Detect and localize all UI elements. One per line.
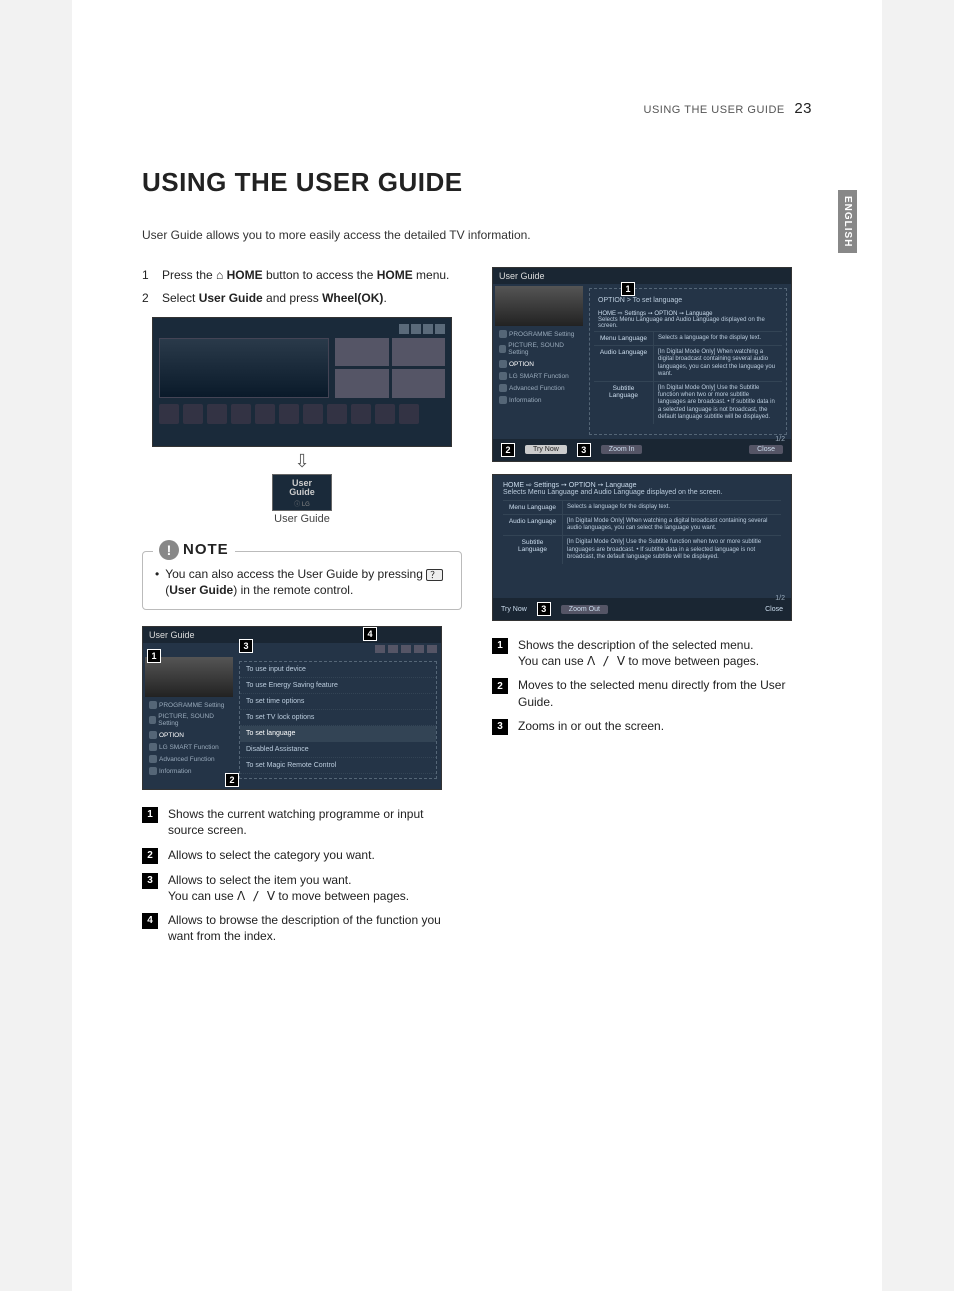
arrow-down-icon: ⇩ xyxy=(142,451,462,472)
callout-text: Zooms in or out the screen. xyxy=(518,718,664,735)
callout-text: Shows the description of the selected me… xyxy=(518,637,759,669)
live-tv-thumbnail xyxy=(159,338,329,398)
user-guide-panel: 1 2 3 4 User Guide PROGRAMME Setting PIC… xyxy=(142,626,442,790)
callout-text: Allows to select the category you want. xyxy=(168,847,375,864)
note-box: ! NOTE You can also access the User Guid… xyxy=(142,551,462,611)
panel-footer: 2 Try Now 3 Zoom In Close xyxy=(493,439,791,461)
panel-footer: Try Now 3 Zoom Out Close xyxy=(493,598,791,620)
panel-sidebar: PROGRAMME Setting PICTURE, SOUND Setting… xyxy=(143,655,235,789)
callout-badge: 2 xyxy=(501,443,515,457)
callout-text: Allows to browse the description of the … xyxy=(168,912,462,944)
close-button[interactable]: Close xyxy=(765,606,783,613)
note-label: NOTE xyxy=(183,541,229,558)
callout-text: Shows the current watching programme or … xyxy=(168,806,462,838)
user-guide-caption: User Guide xyxy=(142,513,462,525)
running-header: USING THE USER GUIDE 23 xyxy=(142,100,812,117)
callout-badge: 2 xyxy=(492,678,508,694)
home-icon: ⌂ xyxy=(216,268,223,282)
step-list: 1 Press the ⌂ HOME button to access the … xyxy=(142,267,462,307)
step-text: Select User Guide and press Wheel(OK). xyxy=(162,290,462,307)
callout-text: Allows to select the item you want. You … xyxy=(168,872,409,904)
callout-badge: 1 xyxy=(147,649,161,663)
panel-sidebar: PROGRAMME Setting PICTURE, SOUND Setting… xyxy=(493,284,585,439)
left-callouts: 1 Shows the current watching programme or… xyxy=(142,806,462,944)
document-page: ENGLISH USING THE USER GUIDE 23 USING TH… xyxy=(72,0,882,1291)
intro-text: User Guide allows you to more easily acc… xyxy=(142,228,812,242)
callout-badge: 3 xyxy=(577,443,591,457)
right-callouts: 1 Shows the description of the selected … xyxy=(492,637,812,735)
step-number: 2 xyxy=(142,290,162,307)
callout-badge: 1 xyxy=(492,638,508,654)
up-down-icon: ꓥ / ꓦ xyxy=(237,889,275,903)
page-count: 1/2 xyxy=(775,436,785,443)
zoom-button[interactable]: Zoom Out xyxy=(561,605,608,614)
page-count: 1/2 xyxy=(775,595,785,602)
user-guide-detail-panel: 1 User Guide PROGRAMME Setting PICTURE, … xyxy=(492,267,792,462)
note-icon: ! xyxy=(159,540,179,560)
tv-home-screenshot xyxy=(152,317,452,447)
right-column: 1 User Guide PROGRAMME Setting PICTURE, … xyxy=(492,267,812,952)
note-item: You can also access the User Guide by pr… xyxy=(155,566,449,600)
page-number: 23 xyxy=(794,100,812,117)
breadcrumb: OPTION > To set language xyxy=(594,295,782,310)
try-now-button[interactable]: Try Now xyxy=(525,445,567,454)
page-title: USING THE USER GUIDE xyxy=(142,167,812,198)
current-programme-thumb xyxy=(145,657,233,697)
callout-badge: 1 xyxy=(142,807,158,823)
zoom-button[interactable]: Zoom In xyxy=(601,445,643,454)
user-guide-zoom-panel: HOME ⇨ Settings ➙ OPTION ➙ Language Sele… xyxy=(492,474,792,621)
callout-text: Moves to the selected menu directly from… xyxy=(518,677,812,709)
panel-description: OPTION > To set language HOME ⇨ Settings… xyxy=(589,288,787,435)
callout-badge: 2 xyxy=(142,848,158,864)
panel-title: User Guide xyxy=(143,627,441,643)
callout-badge: 3 xyxy=(492,719,508,735)
panel-title: User Guide xyxy=(493,268,791,284)
close-button[interactable]: Close xyxy=(749,445,783,454)
callout-badge: 3 xyxy=(239,639,253,653)
callout-badge: 4 xyxy=(142,913,158,929)
step-text: Press the ⌂ HOME button to access the HO… xyxy=(162,267,462,284)
up-down-icon: ꓥ / ꓦ xyxy=(587,654,625,668)
callout-badge: 4 xyxy=(363,627,377,641)
try-now-button[interactable]: Try Now xyxy=(501,606,527,613)
language-tab: ENGLISH xyxy=(838,190,857,253)
callout-badge: 1 xyxy=(621,282,635,296)
header-section: USING THE USER GUIDE xyxy=(644,104,785,116)
step-number: 1 xyxy=(142,267,162,284)
panel-item-list: To use input device To use Energy Saving… xyxy=(235,655,441,789)
callout-badge: 3 xyxy=(142,873,158,889)
guide-remote-icon: ？ xyxy=(426,569,443,582)
left-column: 1 Press the ⌂ HOME button to access the … xyxy=(142,267,462,952)
user-guide-app-icon: User Guide ⓘ LG xyxy=(272,474,332,511)
current-programme-thumb xyxy=(495,286,583,326)
callout-badge: 2 xyxy=(225,773,239,787)
callout-badge: 3 xyxy=(537,602,551,616)
